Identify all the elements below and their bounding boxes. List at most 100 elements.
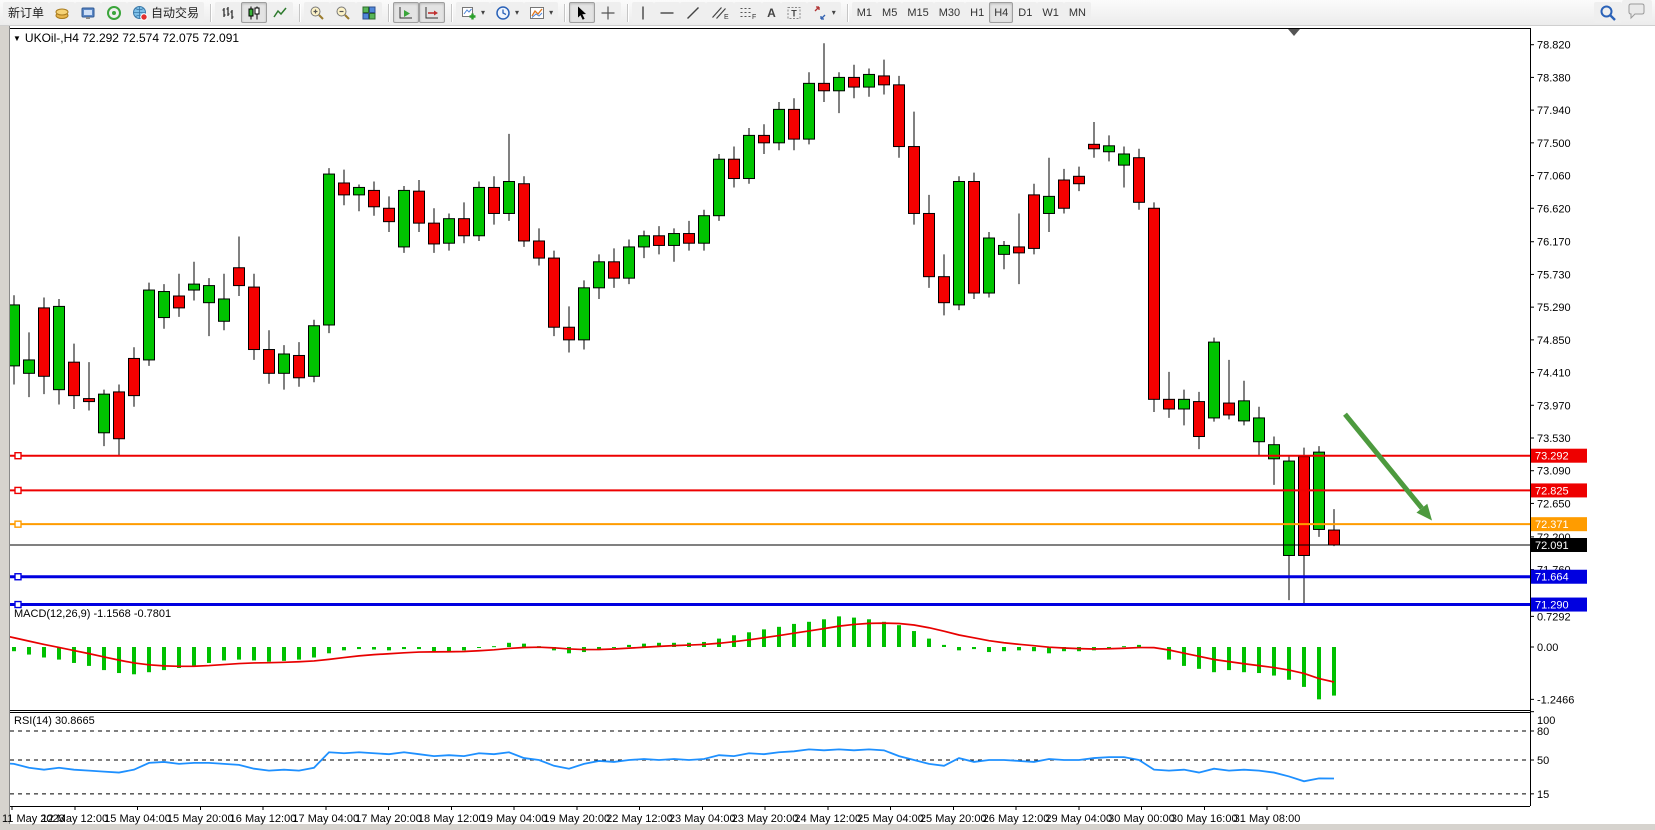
fibonacci-tool-button[interactable]: F	[734, 2, 762, 23]
cursor-tool-button[interactable]	[569, 2, 595, 23]
zoom-in-button[interactable]	[304, 2, 330, 23]
timeframe-button-M30[interactable]: M30	[934, 2, 965, 23]
new-order-button[interactable]: 新订单	[3, 2, 49, 23]
svg-text:77.500: 77.500	[1537, 138, 1571, 150]
crosshair-tool-button[interactable]	[595, 2, 621, 23]
svg-text:71.664: 71.664	[1535, 572, 1569, 584]
svg-text:25 May 04:00: 25 May 04:00	[857, 813, 924, 825]
svg-text:30 May 16:00: 30 May 16:00	[1171, 813, 1238, 825]
timeframe-button-M1[interactable]: M1	[852, 2, 877, 23]
chart-template-icon	[529, 5, 545, 21]
equidistant-channel-tool-button[interactable]: E	[706, 2, 734, 23]
terminal-window-button[interactable]	[75, 2, 101, 23]
auto-scroll-icon	[398, 5, 414, 21]
timeframe-button-H1[interactable]: H1	[965, 2, 989, 23]
timeframe-button-D1[interactable]: D1	[1013, 2, 1037, 23]
timeframe-button-M15[interactable]: M15	[902, 2, 933, 23]
chart-shift-icon	[424, 5, 440, 21]
tile-windows-button[interactable]	[356, 2, 382, 23]
text-tool-button[interactable]: A	[762, 2, 781, 23]
chat-bubble-icon	[1627, 2, 1647, 20]
dropdown-caret-icon: ▾	[481, 8, 485, 17]
bar-chart-icon	[220, 5, 236, 21]
horizontal-line-tool-button[interactable]	[654, 2, 680, 23]
main-toolbar: 新订单 自动交易	[0, 0, 1655, 26]
auto-scroll-button[interactable]	[393, 2, 419, 23]
vertical-line-tool-button[interactable]	[632, 2, 654, 23]
signals-icon	[106, 5, 122, 21]
toolbar-separator	[564, 4, 566, 22]
svg-text:23 May 04:00: 23 May 04:00	[669, 813, 736, 825]
symbol-dropdown-caret-icon[interactable]: ▼	[13, 34, 21, 43]
text-label-icon: T	[786, 5, 802, 21]
signals-button[interactable]	[101, 2, 127, 23]
svg-text:74.850: 74.850	[1537, 335, 1571, 347]
rsi-indicator-label: RSI(14) 30.8665	[14, 715, 95, 727]
candlestick-chart-button[interactable]	[241, 2, 267, 23]
horizontal-line-icon	[659, 5, 675, 21]
svg-text:77.060: 77.060	[1537, 171, 1571, 183]
svg-text:77.940: 77.940	[1537, 105, 1571, 117]
svg-text:73.292: 73.292	[1535, 451, 1569, 463]
terminal-window-icon	[80, 5, 96, 21]
svg-text:76.620: 76.620	[1537, 203, 1571, 215]
arrows-icon	[812, 5, 828, 21]
chart-template-button[interactable]: ▾	[524, 2, 558, 23]
svg-text:71.290: 71.290	[1535, 600, 1569, 612]
search-icon	[1599, 4, 1617, 22]
svg-text:19 May 04:00: 19 May 04:00	[481, 813, 548, 825]
svg-text:80: 80	[1537, 726, 1549, 738]
svg-text:15 May 04:00: 15 May 04:00	[104, 813, 171, 825]
svg-text:15: 15	[1537, 789, 1549, 801]
svg-text:30 May 00:00: 30 May 00:00	[1108, 813, 1175, 825]
timeframe-button-M5[interactable]: M5	[877, 2, 902, 23]
arrows-tool-button[interactable]: ▾	[807, 2, 841, 23]
autotrading-button[interactable]: 自动交易	[127, 2, 204, 23]
toolbar-separator	[451, 4, 453, 22]
svg-text:E: E	[724, 14, 729, 21]
svg-text:18 May 12:00: 18 May 12:00	[418, 813, 485, 825]
gold-coins-button[interactable]	[49, 2, 75, 23]
svg-text:F: F	[752, 14, 756, 21]
candlestick-chart-icon	[246, 5, 262, 21]
timeframe-button-MN[interactable]: MN	[1064, 2, 1091, 23]
svg-text:78.820: 78.820	[1537, 40, 1571, 52]
dropdown-caret-icon: ▾	[549, 8, 553, 17]
fibonacci-icon: F	[739, 5, 757, 21]
zoom-out-button[interactable]	[330, 2, 356, 23]
gold-coins-icon	[54, 5, 70, 21]
timeframe-button-H4[interactable]: H4	[989, 2, 1013, 23]
svg-text:72.650: 72.650	[1537, 498, 1571, 510]
trendline-tool-button[interactable]	[680, 2, 706, 23]
line-chart-button[interactable]	[267, 2, 293, 23]
equidistant-channel-icon: E	[711, 5, 729, 21]
zoom-in-icon	[309, 5, 325, 21]
chart-shift-button[interactable]	[419, 2, 445, 23]
text-label-tool-button[interactable]: T	[781, 2, 807, 23]
period-clock-button[interactable]: ▾	[490, 2, 524, 23]
toolbar-separator	[210, 4, 212, 22]
toolbar-separator	[388, 4, 390, 22]
svg-text:12 May 12:00: 12 May 12:00	[41, 813, 108, 825]
svg-text:50: 50	[1537, 755, 1549, 767]
add-indicator-button[interactable]: ▾	[456, 2, 490, 23]
svg-text:31 May 08:00: 31 May 08:00	[1234, 813, 1301, 825]
notifications-button[interactable]	[1622, 0, 1652, 21]
svg-text:74.410: 74.410	[1537, 368, 1571, 380]
text-tool-label: A	[767, 6, 776, 20]
dropdown-caret-icon: ▾	[832, 8, 836, 17]
chart-canvas: 78.82078.38077.94077.50077.06076.62076.1…	[0, 0, 1655, 830]
toolbar-separator	[627, 4, 629, 22]
svg-text:24 May 12:00: 24 May 12:00	[794, 813, 861, 825]
timeframe-button-W1[interactable]: W1	[1037, 2, 1064, 23]
svg-text:T: T	[791, 8, 797, 18]
svg-text:16 May 12:00: 16 May 12:00	[230, 813, 297, 825]
search-button[interactable]	[1594, 2, 1622, 23]
autotrading-globe-icon	[132, 5, 148, 21]
svg-text:15 May 20:00: 15 May 20:00	[167, 813, 234, 825]
svg-text:0.7292: 0.7292	[1537, 611, 1571, 623]
svg-text:17 May 04:00: 17 May 04:00	[292, 813, 359, 825]
svg-text:26 May 12:00: 26 May 12:00	[983, 813, 1050, 825]
macd-indicator-label: MACD(12,26,9) -1.1568 -0.7801	[14, 608, 171, 620]
bar-chart-button[interactable]	[215, 2, 241, 23]
